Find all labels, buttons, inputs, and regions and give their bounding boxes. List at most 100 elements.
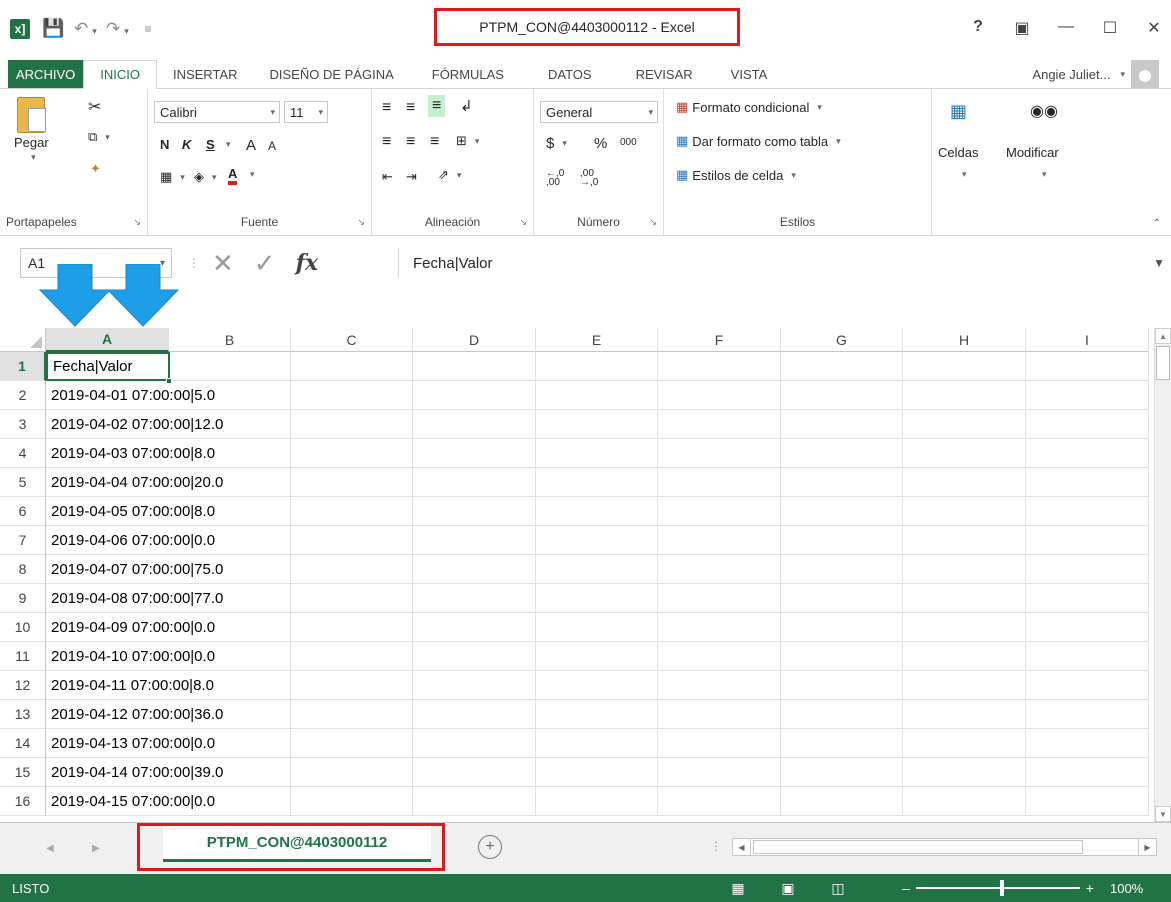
cell[interactable] <box>781 468 903 497</box>
cell[interactable] <box>536 787 658 816</box>
next-sheet-icon[interactable]: ▶ <box>92 843 100 854</box>
cell[interactable] <box>781 497 903 526</box>
row-header[interactable]: 13 <box>0 700 46 729</box>
enter-icon[interactable]: ✓ <box>254 248 276 279</box>
cell[interactable] <box>1026 410 1149 439</box>
cell[interactable] <box>536 700 658 729</box>
cell[interactable] <box>536 758 658 787</box>
cell-a[interactable]: 2019-04-03 07:00:00|8.0 <box>46 439 215 468</box>
cell-a[interactable]: 2019-04-13 07:00:00|0.0 <box>46 729 215 758</box>
cell[interactable] <box>413 381 536 410</box>
cell[interactable] <box>903 555 1026 584</box>
tab-datos[interactable]: DATOS <box>526 60 614 88</box>
cell[interactable] <box>291 642 413 671</box>
undo-icon[interactable]: ↶ ▾ <box>74 19 97 39</box>
minimize-button[interactable]: — <box>1057 18 1075 38</box>
cell[interactable] <box>1026 671 1149 700</box>
cell[interactable] <box>1026 642 1149 671</box>
cell[interactable] <box>903 671 1026 700</box>
scroll-thumb[interactable] <box>1156 346 1170 380</box>
cell[interactable] <box>658 642 781 671</box>
cells-button[interactable]: Celdas <box>938 145 978 160</box>
ribbon-display-icon[interactable]: ▣ <box>1013 18 1031 38</box>
cell-a[interactable]: 2019-04-07 07:00:00|75.0 <box>46 555 223 584</box>
cell[interactable] <box>658 758 781 787</box>
align-right-icon[interactable]: ≡ <box>430 133 439 151</box>
close-button[interactable]: ✕ <box>1145 18 1163 38</box>
align-left-icon[interactable]: ≡ <box>382 133 391 151</box>
cell-a[interactable]: 2019-04-09 07:00:00|0.0 <box>46 613 215 642</box>
tab-revisar[interactable]: REVISAR <box>614 60 715 88</box>
cell[interactable] <box>291 410 413 439</box>
cell[interactable] <box>1026 439 1149 468</box>
increase-decimal-button[interactable]: ←,0 ,00 <box>546 169 574 188</box>
cell-a[interactable]: 2019-04-15 07:00:00|0.0 <box>46 787 215 816</box>
column-header-b[interactable]: B <box>169 328 291 352</box>
wrap-text-icon[interactable]: ↲ <box>460 97 473 115</box>
cell[interactable] <box>903 729 1026 758</box>
row-header[interactable]: 15 <box>0 758 46 787</box>
cell[interactable] <box>291 526 413 555</box>
column-header-d[interactable]: D <box>413 328 536 352</box>
cell[interactable] <box>413 468 536 497</box>
cell[interactable] <box>658 729 781 758</box>
orientation-icon[interactable]: ⇗ ▾ <box>438 167 461 183</box>
cell[interactable] <box>903 787 1026 816</box>
zoom-slider[interactable] <box>915 880 1080 896</box>
cell[interactable] <box>903 410 1026 439</box>
row-header[interactable]: 3 <box>0 410 46 439</box>
cancel-icon[interactable]: ✕ <box>212 248 234 279</box>
sheet-tab-active[interactable]: PTPM_CON@4403000112 <box>163 826 431 862</box>
cell[interactable] <box>903 468 1026 497</box>
align-middle-icon[interactable]: ≡ <box>406 99 415 117</box>
modify-button[interactable]: Modificar <box>1006 145 1059 160</box>
cell-a[interactable]: 2019-04-14 07:00:00|39.0 <box>46 758 223 787</box>
chevron-down-icon[interactable]: ▾ <box>1038 169 1047 180</box>
customize-icon[interactable]: ≡ <box>138 22 158 36</box>
dialog-launcher-icon[interactable]: ↘ <box>649 217 657 228</box>
cell[interactable] <box>291 352 413 381</box>
column-header-f[interactable]: F <box>658 328 781 352</box>
cell[interactable] <box>413 729 536 758</box>
insert-function-icon[interactable]: fx <box>296 250 319 276</box>
cell[interactable] <box>781 729 903 758</box>
select-all-corner[interactable] <box>0 328 46 352</box>
cell[interactable] <box>903 758 1026 787</box>
cells-icon[interactable]: ▦ <box>950 101 967 122</box>
cell-a[interactable]: 2019-04-01 07:00:00|5.0 <box>46 381 215 410</box>
zoom-out-button[interactable]: – <box>902 880 910 896</box>
underline-button[interactable]: S <box>206 137 215 152</box>
cell[interactable] <box>536 526 658 555</box>
cell[interactable] <box>781 439 903 468</box>
cell[interactable] <box>781 555 903 584</box>
normal-view-icon[interactable]: ▦ <box>728 878 748 898</box>
cell[interactable] <box>781 642 903 671</box>
increase-indent-icon[interactable]: ⇥ <box>406 169 417 185</box>
row-header[interactable]: 6 <box>0 497 46 526</box>
cell[interactable] <box>658 468 781 497</box>
merge-center-icon[interactable]: ⊞ ▾ <box>456 133 479 149</box>
cell[interactable] <box>413 497 536 526</box>
cell[interactable] <box>658 497 781 526</box>
redo-icon[interactable]: ↷ ▾ <box>106 19 129 39</box>
cell[interactable] <box>903 613 1026 642</box>
cell-a[interactable]: 2019-04-02 07:00:00|12.0 <box>46 410 223 439</box>
cell[interactable] <box>658 584 781 613</box>
row-header[interactable]: 1 <box>0 352 46 381</box>
grow-font-button[interactable]: A <box>246 137 256 154</box>
thousands-button[interactable]: 000 <box>620 137 637 148</box>
cell[interactable] <box>1026 352 1149 381</box>
cell[interactable] <box>413 758 536 787</box>
tab-formulas[interactable]: FÓRMULAS <box>410 60 526 88</box>
cell[interactable] <box>781 352 903 381</box>
cell[interactable] <box>413 584 536 613</box>
dialog-launcher-icon[interactable]: ↘ <box>133 217 141 228</box>
cell[interactable] <box>536 439 658 468</box>
row-header[interactable]: 2 <box>0 381 46 410</box>
row-header[interactable]: 11 <box>0 642 46 671</box>
cell[interactable] <box>658 700 781 729</box>
number-format-combo[interactable]: General ▾ <box>540 101 658 123</box>
row-header[interactable]: 5 <box>0 468 46 497</box>
cell[interactable] <box>413 671 536 700</box>
cell[interactable] <box>536 729 658 758</box>
